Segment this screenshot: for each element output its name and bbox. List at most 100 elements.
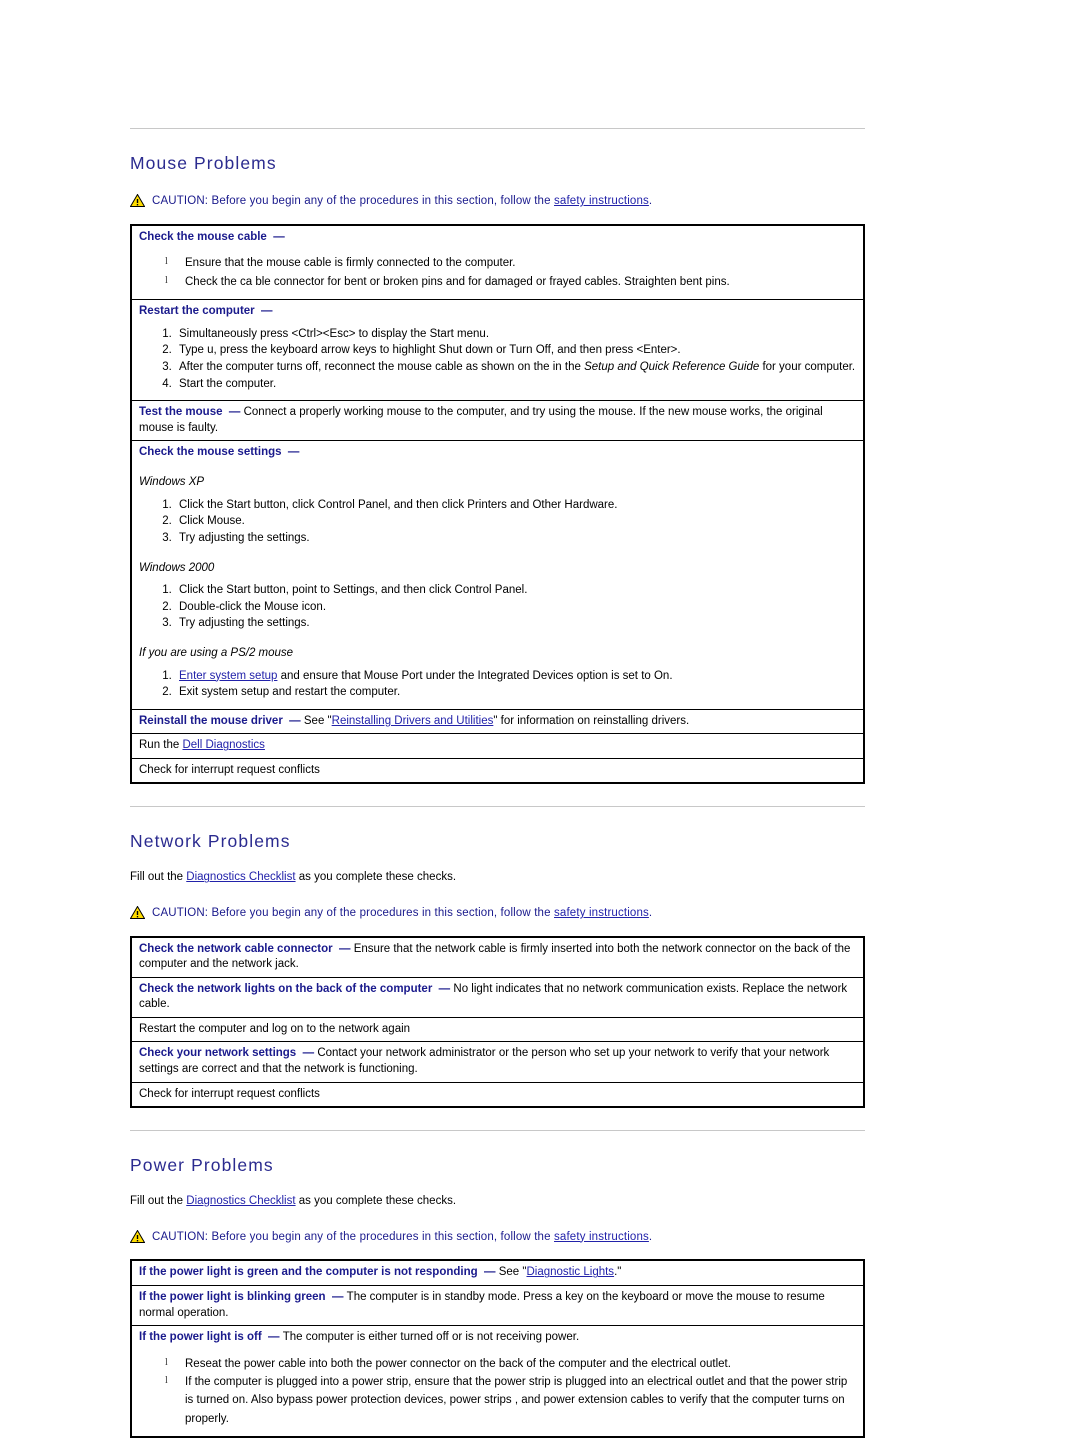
- row-head: Check the mouse cable: [139, 230, 267, 243]
- intro-before: Fill out the: [130, 871, 184, 884]
- caution-text: CAUTION: Before you begin any of the pro…: [152, 905, 652, 921]
- intro-before: Fill out the: [130, 1195, 184, 1208]
- power-problems-table: If the power light is green and the comp…: [130, 1259, 865, 1438]
- list-item: Exit system setup and restart the comput…: [175, 684, 857, 701]
- power-light-off-cell: If the power light is off — The computer…: [130, 1325, 865, 1438]
- caution-notice-mouse: CAUTION: Before you begin any of the pro…: [129, 193, 865, 212]
- page-title-power-problems: Power Problems: [130, 1155, 274, 1176]
- warning-triangle-icon: [129, 193, 146, 212]
- page-title-mouse-problems: Mouse Problems: [130, 153, 277, 173]
- check-network-lights-cell: Check the network lights on the back of …: [130, 976, 865, 1018]
- table-row: If the power light is blinking green — T…: [130, 1284, 865, 1327]
- step-text-3: After the computer turns off, reconnect …: [179, 361, 856, 374]
- check-mouse-settings-cell: Check the mouse settings — Windows XP Cl…: [130, 440, 865, 710]
- list-item: Click the Start button, click Control Pa…: [175, 497, 857, 514]
- run-dell-diagnostics-cell: Run the Dell Diagnostics: [130, 733, 865, 759]
- reinstalling-drivers-link[interactable]: Reinstalling Drivers and Utilities: [332, 715, 494, 727]
- caution-body: Before you begin any of the procedures i…: [211, 1230, 551, 1243]
- section-divider-1: [130, 806, 865, 808]
- interrupt-conflicts-cell: Check for interrupt request conflicts: [130, 757, 865, 784]
- list-item: If the computer is plugged into a power …: [163, 1373, 857, 1428]
- step-list: Simultaneously press <Ctrl><Esc> to disp…: [139, 326, 857, 393]
- table-row: Reinstall the mouse driver — See "Reinst…: [130, 708, 865, 735]
- mouse-problems-table: Check the mouse cable — Ensure that the …: [130, 223, 865, 785]
- diagnostic-lights-link[interactable]: Diagnostic Lights: [526, 1266, 614, 1278]
- intro-after: as you complete these checks.: [298, 871, 457, 884]
- row-text: Run the: [139, 739, 180, 752]
- reinstall-mouse-driver-cell: Reinstall the mouse driver — See "Reinst…: [130, 708, 865, 735]
- row-head: If the power light is green and the comp…: [139, 1266, 478, 1279]
- interrupt-conflicts-cell: Check for interrupt request conflicts: [130, 1081, 865, 1108]
- table-row: Check the mouse settings — Windows XP Cl…: [130, 440, 865, 710]
- caution-period: .: [648, 1230, 653, 1243]
- diagnostics-checklist-link[interactable]: Diagnostics Checklist: [186, 871, 295, 883]
- network-checklist-intro: Fill out the Diagnostics Checklist as yo…: [130, 870, 865, 886]
- list-item: After the computer turns off, reconnect …: [175, 359, 857, 376]
- row-head: Check the network lights on the back of …: [139, 982, 433, 995]
- table-row: Run the Dell Diagnostics: [130, 733, 865, 759]
- enter-system-setup-link[interactable]: Enter system setup: [179, 670, 277, 682]
- intro-after: as you complete these checks.: [298, 1195, 457, 1208]
- diagnostics-checklist-link[interactable]: Diagnostics Checklist: [186, 1195, 295, 1207]
- bullet-list: Reseat the power cable into both the pow…: [139, 1355, 857, 1429]
- subhead-windows-2000: Windows 2000: [139, 561, 215, 574]
- row-body-after: " for information on reinstalling driver…: [493, 714, 690, 727]
- caution-period: .: [648, 906, 653, 919]
- check-network-settings-cell: Check your network settings — Contact yo…: [130, 1041, 865, 1083]
- test-mouse-cell: Test the mouse — Connect a properly work…: [130, 400, 865, 442]
- safety-instructions-link[interactable]: safety instructions: [554, 195, 649, 207]
- step-list-ps2: Enter system setup and ensure that Mouse…: [139, 668, 857, 701]
- safety-instructions-link[interactable]: safety instructions: [554, 1231, 649, 1243]
- table-row: Check the network lights on the back of …: [130, 976, 865, 1018]
- list-item: Start the computer.: [175, 376, 857, 393]
- caution-text: CAUTION: Before you begin any of the pro…: [152, 1229, 652, 1245]
- list-item: Simultaneously press <Ctrl><Esc> to disp…: [175, 326, 857, 343]
- table-row: Check for interrupt request conflicts: [130, 757, 865, 784]
- row-head: Test the mouse: [139, 406, 223, 419]
- caution-text: CAUTION: Before you begin any of the pro…: [152, 193, 652, 209]
- network-problems-table: Check the network cable connector — Ensu…: [130, 935, 865, 1109]
- list-item: Check the ca ble connector for bent or b…: [163, 273, 857, 291]
- power-checklist-intro: Fill out the Diagnostics Checklist as yo…: [130, 1194, 865, 1210]
- caution-notice-power: CAUTION: Before you begin any of the pro…: [129, 1229, 865, 1248]
- table-row: Restart the computer and log on to the n…: [130, 1016, 865, 1043]
- power-light-green-cell: If the power light is green and the comp…: [130, 1259, 865, 1287]
- dell-diagnostics-link[interactable]: Dell Diagnostics: [182, 739, 264, 751]
- caution-label: CAUTION:: [152, 1230, 209, 1243]
- row-body-after: .": [614, 1266, 622, 1279]
- row-body-before: See ": [303, 714, 332, 727]
- row-body: The computer is either turned off or is …: [282, 1331, 580, 1344]
- document-page: Mouse Problems CAUTION: Before you begin…: [129, 0, 865, 1438]
- safety-instructions-link[interactable]: safety instructions: [554, 907, 649, 919]
- table-row: Check the network cable connector — Ensu…: [130, 936, 865, 978]
- list-item: Type u, press the keyboard arrow keys to…: [175, 342, 857, 359]
- row-head: Check the network cable connector: [139, 942, 333, 955]
- page-title-network-problems: Network Problems: [130, 831, 291, 852]
- warning-triangle-icon: [129, 1229, 146, 1248]
- table-row: Check the mouse cable — Ensure that the …: [130, 224, 865, 301]
- row-head: Check the mouse settings: [139, 446, 282, 459]
- list-item: Double-click the Mouse icon.: [175, 599, 857, 616]
- guide-title: Setup and Quick Reference Guide: [584, 361, 760, 374]
- table-row: If the power light is green and the comp…: [130, 1259, 865, 1287]
- subhead-windows-xp: Windows XP: [139, 475, 205, 488]
- row-head: If the power light is off: [139, 1331, 262, 1344]
- step-list-2000: Click the Start button, point to Setting…: [139, 582, 857, 632]
- row-head: If the power light is blinking green: [139, 1291, 326, 1303]
- power-light-blinking-cell: If the power light is blinking green — T…: [130, 1284, 865, 1327]
- section-divider-2: [130, 1130, 865, 1132]
- caution-period: .: [648, 195, 653, 207]
- list-item: Reseat the power cable into both the pow…: [163, 1355, 857, 1373]
- row-head: Restart the computer: [139, 305, 255, 318]
- caution-body: Before you begin any of the procedures i…: [211, 195, 551, 207]
- list-item: Click the Start button, point to Setting…: [175, 582, 857, 599]
- row-head: Check your network settings: [139, 1047, 297, 1060]
- table-row: Restart the computer — Simultaneously pr…: [130, 299, 865, 402]
- caution-notice-network: CAUTION: Before you begin any of the pro…: [129, 905, 865, 924]
- subhead-ps2-mouse: If you are using a PS/2 mouse: [139, 647, 294, 660]
- table-row: Test the mouse — Connect a properly work…: [130, 400, 865, 442]
- list-item: Ensure that the mouse cable is firmly co…: [163, 254, 857, 272]
- row-body: Connect a properly working mouse to the …: [139, 406, 823, 434]
- check-mouse-cable-cell: Check the mouse cable — Ensure that the …: [130, 224, 865, 301]
- table-row: Check your network settings — Contact yo…: [130, 1041, 865, 1083]
